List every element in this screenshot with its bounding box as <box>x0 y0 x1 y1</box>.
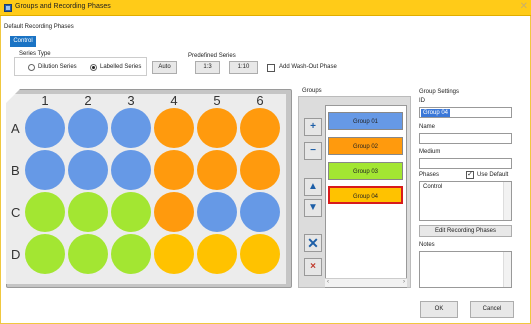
wash-out-checkbox[interactable] <box>267 64 275 72</box>
well-b1[interactable] <box>25 150 65 190</box>
id-field[interactable]: Group 04 <box>419 107 512 118</box>
series-1-3-button[interactable]: 1:3 <box>195 61 220 74</box>
phases-label: Phases <box>419 172 440 178</box>
column-label-4: 4 <box>170 93 178 108</box>
remove-group-button[interactable]: − <box>304 142 322 160</box>
ok-button[interactable]: OK <box>420 301 458 318</box>
column-label-5: 5 <box>213 93 221 108</box>
well-c4[interactable] <box>154 192 194 232</box>
app-icon <box>4 4 12 12</box>
well-plate-corner <box>6 89 20 103</box>
well-d3[interactable] <box>111 234 151 274</box>
well-d4[interactable] <box>154 234 194 274</box>
phases-scrollbar[interactable] <box>503 182 511 220</box>
dilution-series-radio[interactable] <box>28 64 35 71</box>
well-b4[interactable] <box>154 150 194 190</box>
series-type-title: Series Type <box>18 51 52 57</box>
series-1-10-button[interactable]: 1:10 <box>229 61 258 74</box>
clear-wells-icon: ✕ <box>307 235 319 251</box>
group-item-01[interactable]: Group 01 <box>328 112 403 130</box>
medium-field[interactable] <box>419 158 512 169</box>
well-d6[interactable] <box>240 234 280 274</box>
labelled-series-label: Labelled Series <box>100 64 142 70</box>
well-a5[interactable] <box>197 108 237 148</box>
notes-label: Notes <box>419 242 435 248</box>
close-icon[interactable]: ✕ <box>520 1 528 12</box>
well-c2[interactable] <box>68 192 108 232</box>
column-label-1: 1 <box>41 93 49 108</box>
well-a6[interactable] <box>240 108 280 148</box>
well-b5[interactable] <box>197 150 237 190</box>
column-label-6: 6 <box>256 93 264 108</box>
notes-scrollbar[interactable] <box>503 252 511 287</box>
row-label-a: A <box>11 121 20 136</box>
labelled-series-radio[interactable] <box>90 64 97 71</box>
well-c1[interactable] <box>25 192 65 232</box>
delete-group-icon: × <box>310 261 316 272</box>
group-item-label: Group 04 <box>352 194 379 200</box>
well-d2[interactable] <box>68 234 108 274</box>
phases-list[interactable]: Control <box>419 181 512 221</box>
title-bar: Groups and Recording Phases ✕ <box>0 0 531 16</box>
section-label: Default Recording Phases <box>4 24 74 30</box>
cancel-button[interactable]: Cancel <box>470 301 514 318</box>
predefined-series-title: Predefined Series <box>188 53 236 59</box>
window-title: Groups and Recording Phases <box>15 3 111 10</box>
well-c5[interactable] <box>197 192 237 232</box>
move-down-button[interactable]: ▼ <box>304 199 322 217</box>
row-label-c: C <box>11 205 21 220</box>
move-down-icon: ▼ <box>308 202 318 213</box>
move-up-button[interactable]: ▲ <box>304 178 322 196</box>
well-b3[interactable] <box>111 150 151 190</box>
well-c3[interactable] <box>111 192 151 232</box>
id-label: ID <box>419 98 425 104</box>
dilution-series-label: Dilution Series <box>38 64 77 70</box>
id-value: Group 04 <box>421 109 451 117</box>
well-b6[interactable] <box>240 150 280 190</box>
well-a1[interactable] <box>25 108 65 148</box>
scroll-right-icon[interactable]: › <box>403 279 405 285</box>
use-default-label: Use Default <box>477 172 509 178</box>
row-label-b: B <box>11 163 20 178</box>
edit-recording-phases-button[interactable]: Edit Recording Phases <box>419 225 512 237</box>
group-list-scrollbar[interactable]: ‹ › <box>325 278 407 287</box>
move-up-icon: ▲ <box>308 181 318 192</box>
well-a2[interactable] <box>68 108 108 148</box>
group-item-label: Group 03 <box>352 169 379 175</box>
add-group-button[interactable]: + <box>304 118 322 136</box>
column-label-2: 2 <box>84 93 92 108</box>
medium-label: Medium <box>419 149 441 155</box>
row-label-d: D <box>11 247 21 262</box>
remove-group-icon: − <box>310 145 316 156</box>
control-phase-tab[interactable]: Control <box>10 36 36 47</box>
wash-out-label: Add Wash-Out Phase <box>279 64 337 70</box>
name-label: Name <box>419 124 436 130</box>
group-settings-title: Group Settings <box>419 89 460 95</box>
delete-group-button[interactable]: × <box>304 258 322 276</box>
well-b2[interactable] <box>68 150 108 190</box>
group-item-02[interactable]: Group 02 <box>328 137 403 155</box>
well-d5[interactable] <box>197 234 237 274</box>
scroll-left-icon[interactable]: ‹ <box>327 279 329 285</box>
well-c6[interactable] <box>240 192 280 232</box>
use-default-checkbox[interactable]: ✓ <box>466 171 474 179</box>
name-field[interactable] <box>419 133 512 144</box>
phases-value: Control <box>423 184 443 190</box>
group-item-label: Group 02 <box>352 144 379 150</box>
groups-title: Groups <box>302 88 322 94</box>
well-a4[interactable] <box>154 108 194 148</box>
group-item-03[interactable]: Group 03 <box>328 162 403 180</box>
well-d1[interactable] <box>25 234 65 274</box>
auto-button[interactable]: Auto <box>152 61 177 74</box>
group-item-label: Group 01 <box>352 119 379 125</box>
add-group-icon: + <box>310 121 316 132</box>
group-item-04[interactable]: Group 04 <box>328 186 403 204</box>
column-label-3: 3 <box>127 93 135 108</box>
well-a3[interactable] <box>111 108 151 148</box>
notes-field[interactable] <box>419 251 512 288</box>
clear-wells-button[interactable]: ✕ <box>304 234 322 252</box>
